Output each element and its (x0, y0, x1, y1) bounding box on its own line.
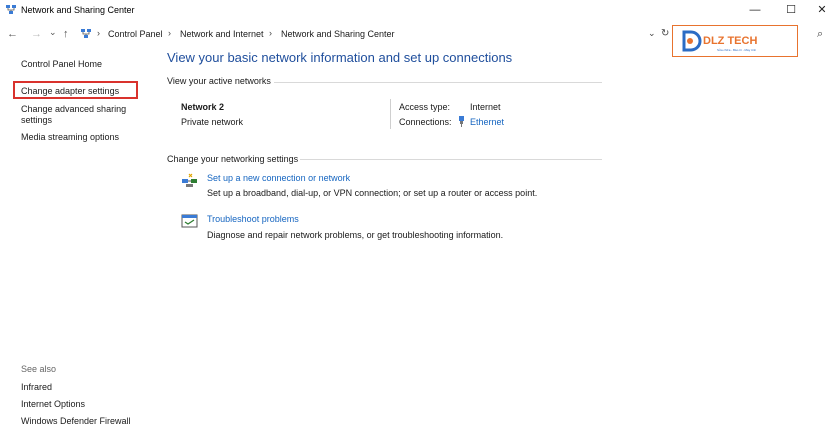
address-history-chevron-icon[interactable]: ⌄ (648, 28, 656, 39)
windows-defender-firewall-link[interactable]: Windows Defender Firewall (21, 416, 131, 427)
access-type-label: Access type: (399, 102, 450, 112)
divider (300, 159, 602, 160)
close-button[interactable]: ✕ (804, 0, 840, 20)
network-name: Network 2 (181, 102, 224, 112)
breadcrumb-network-sharing-center[interactable]: Network and Sharing Center (281, 29, 395, 39)
search-box[interactable]: DLZ TECH Sửa chữa - Bảo trì - Máy tính (672, 25, 798, 57)
troubleshoot-link[interactable]: Troubleshoot problems (207, 214, 299, 224)
divider (390, 99, 391, 129)
window-title: Network and Sharing Center (21, 5, 135, 15)
change-advanced-sharing-link[interactable]: Change advanced sharing settings (21, 104, 131, 126)
breadcrumb-separator: › (97, 28, 100, 38)
svg-text:Sửa chữa - Bảo trì - Máy tính: Sửa chữa - Bảo trì - Máy tính (717, 48, 756, 52)
setup-connection-link[interactable]: Set up a new connection or network (207, 173, 350, 183)
setup-connection-description: Set up a broadband, dial-up, or VPN conn… (207, 188, 537, 198)
troubleshoot-icon (181, 214, 198, 229)
breadcrumb-control-panel[interactable]: Control Panel (108, 29, 163, 39)
breadcrumb-separator: › (269, 28, 272, 38)
networking-settings-label: Change your networking settings (167, 154, 298, 164)
ethernet-connection-link[interactable]: Ethernet (470, 117, 504, 127)
network-center-icon (5, 4, 17, 16)
refresh-icon[interactable]: ↻ (661, 28, 669, 39)
page-title: View your basic network information and … (167, 50, 512, 65)
network-type: Private network (181, 117, 243, 127)
title-bar: Network and Sharing Center — ☐ ✕ (0, 0, 840, 22)
troubleshoot-description: Diagnose and repair network problems, or… (207, 230, 503, 240)
infrared-link[interactable]: Infrared (21, 382, 52, 393)
new-connection-icon (181, 173, 198, 188)
see-also-heading: See also (21, 364, 56, 374)
svg-text:DLZ TECH: DLZ TECH (703, 35, 757, 47)
forward-arrow-icon[interactable]: → (31, 28, 42, 40)
media-streaming-link[interactable]: Media streaming options (21, 132, 119, 143)
back-arrow-icon[interactable]: ← (7, 28, 18, 40)
divider (274, 82, 602, 83)
ethernet-icon (457, 116, 466, 127)
access-type-value: Internet (470, 102, 501, 112)
connections-label: Connections: (399, 117, 452, 127)
change-adapter-settings-link[interactable]: Change adapter settings (21, 86, 119, 97)
up-arrow-icon[interactable]: ↑ (63, 28, 69, 40)
control-panel-home-link[interactable]: Control Panel Home (21, 59, 102, 70)
breadcrumb-network-and-internet[interactable]: Network and Internet (180, 29, 264, 39)
minimize-button[interactable]: — (737, 0, 773, 20)
search-icon[interactable]: ⌕ (817, 28, 823, 41)
recent-locations-chevron-icon[interactable]: ⌄ (49, 27, 57, 38)
breadcrumb-separator: › (168, 28, 171, 38)
internet-options-link[interactable]: Internet Options (21, 399, 85, 410)
network-location-icon (80, 28, 92, 40)
dlz-tech-logo: DLZ TECH Sửa chữa - Bảo trì - Máy tính (681, 28, 793, 54)
active-networks-label: View your active networks (167, 76, 271, 86)
